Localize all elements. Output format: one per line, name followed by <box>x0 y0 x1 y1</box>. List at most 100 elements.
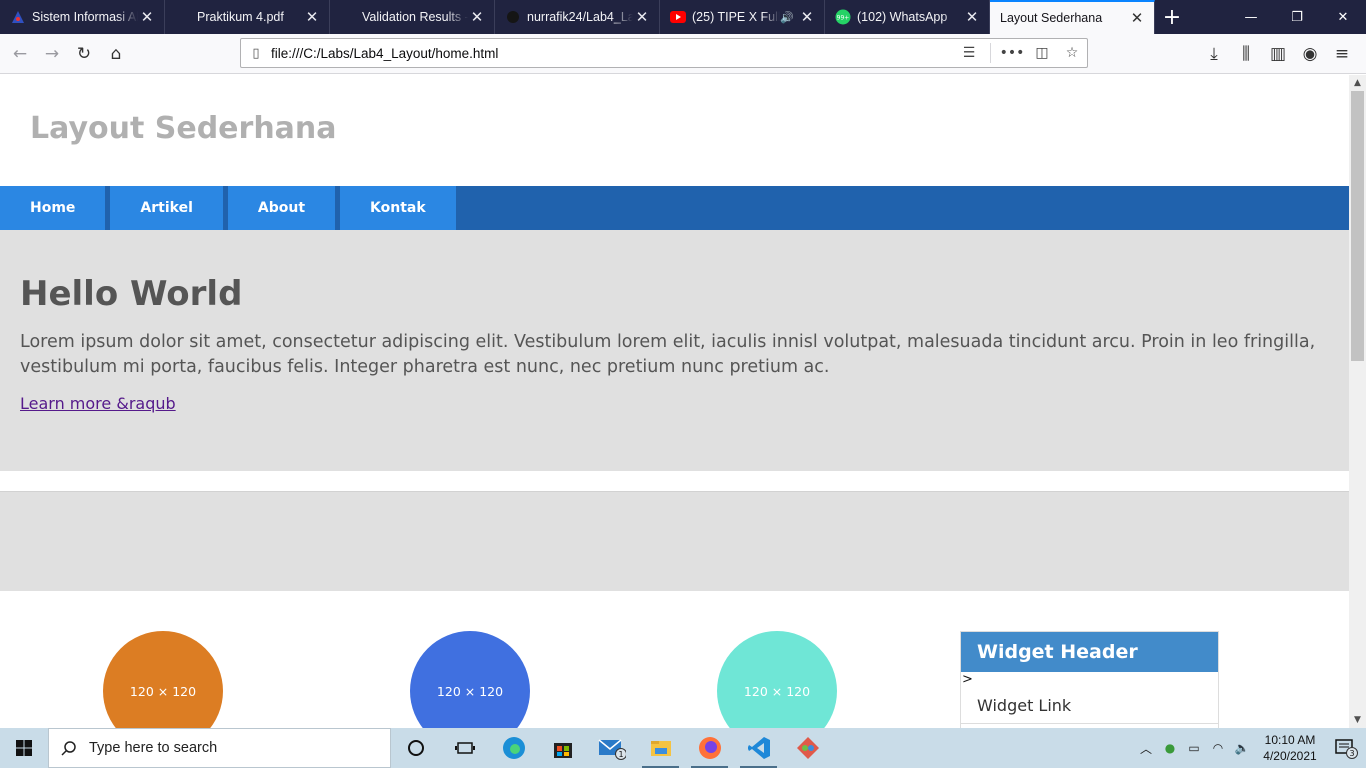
close-tab-icon[interactable]: ✕ <box>468 8 486 26</box>
tab-sistem-informasi[interactable]: Sistem Informasi Ak ✕ <box>0 0 165 34</box>
minimize-icon[interactable]: — <box>1228 0 1274 34</box>
back-icon[interactable]: ← <box>4 38 36 70</box>
page-info-icon[interactable]: ▯ <box>241 46 271 61</box>
vscode-icon[interactable] <box>734 728 783 768</box>
pdf-icon <box>175 9 191 25</box>
whatsapp-badge: 99+ <box>837 15 850 22</box>
pocket-icon[interactable]: ◫ <box>1027 45 1057 61</box>
thumb-image-1: 120 × 120 <box>103 631 223 728</box>
sidebar-icon[interactable]: ▥ <box>1262 38 1294 70</box>
tab-validation-results[interactable]: Validation Results - W3C ✕ <box>330 0 495 34</box>
nav-home[interactable]: Home <box>0 186 106 230</box>
close-tab-icon[interactable]: ✕ <box>303 8 321 26</box>
system-tray: ︿ ● ▭ ◠ 🔈 10:10 AM 4/20/2021 3 <box>1134 728 1366 768</box>
nav-about[interactable]: About <box>227 186 336 230</box>
scroll-down-icon[interactable]: ▼ <box>1349 712 1366 728</box>
tab-title: Validation Results - W3C <box>362 10 468 24</box>
tab-title: (25) TIPE X Full A <box>692 10 781 24</box>
tab-layout-sederhana[interactable]: Layout Sederhana ✕ <box>990 0 1155 34</box>
youtube-icon <box>670 9 686 25</box>
url-input[interactable] <box>271 45 954 61</box>
mail-icon[interactable]: 1 <box>587 728 636 768</box>
store-icon[interactable] <box>538 728 587 768</box>
tab-title: Layout Sederhana <box>1000 11 1103 25</box>
learn-more-link[interactable]: Learn more &raqub <box>20 394 176 413</box>
mail-badge: 1 <box>618 750 623 759</box>
site-title: Layout Sederhana <box>30 111 337 146</box>
page-actions-icon[interactable]: ••• <box>997 45 1027 61</box>
file-explorer-icon[interactable] <box>636 728 685 768</box>
close-window-icon[interactable]: ✕ <box>1320 0 1366 34</box>
sidebar-widget: Widget Header > Widget Link <box>960 631 1219 728</box>
clock-time: 10:10 AM <box>1264 733 1316 747</box>
w3c-icon <box>340 9 356 25</box>
wifi-icon[interactable]: ◠ <box>1206 741 1230 755</box>
forward-icon[interactable]: → <box>36 38 68 70</box>
speaker-icon[interactable]: 🔊 <box>780 11 794 24</box>
scroll-up-icon[interactable]: ▲ <box>1349 75 1366 91</box>
content-band <box>0 491 1349 591</box>
notification-badge: 3 <box>1349 749 1354 758</box>
tab-title: nurrafik24/Lab4_Lay <box>527 10 633 24</box>
bookmark-star-icon[interactable]: ☆ <box>1057 45 1087 61</box>
windows-logo-icon <box>16 740 32 756</box>
page-viewport: Layout Sederhana Home Artikel About Kont… <box>0 75 1349 728</box>
thumb-label: 120 × 120 <box>743 683 811 699</box>
windows-taskbar: 1 ︿ ● ▭ ◠ 🔈 10:10 AM 4/20/2021 3 <box>0 728 1366 768</box>
search-input[interactable] <box>89 740 359 756</box>
library-icon[interactable]: ⫼ <box>1230 38 1262 70</box>
search-icon <box>61 741 76 756</box>
divider <box>990 43 991 63</box>
right-toolbar: ⤓ ⫼ ▥ ◉ ≡ <box>1198 38 1358 70</box>
widget-link[interactable]: Widget Link <box>961 688 1218 724</box>
stray-character: > <box>962 672 973 687</box>
nav-artikel[interactable]: Artikel <box>110 186 223 230</box>
tab-strip: Sistem Informasi Ak ✕ Praktikum 4.pdf ✕ … <box>0 0 1366 34</box>
chevron-up-icon[interactable]: ︿ <box>1134 740 1158 757</box>
reload-icon[interactable]: ↻ <box>68 38 100 70</box>
thumb-label: 120 × 120 <box>436 683 504 699</box>
tab-praktikum-pdf[interactable]: Praktikum 4.pdf ✕ <box>165 0 330 34</box>
task-view-icon[interactable] <box>440 728 489 768</box>
tab-github-repo[interactable]: nurrafik24/Lab4_Lay ✕ <box>495 0 660 34</box>
security-icon[interactable]: ● <box>1158 741 1182 755</box>
tab-title: Sistem Informasi Ak <box>32 10 138 24</box>
tab-whatsapp[interactable]: 99+ (102) WhatsApp ✕ <box>825 0 990 34</box>
thumb-label: 120 × 120 <box>129 683 197 699</box>
site-nav: Home Artikel About Kontak <box>0 186 1349 230</box>
scroll-thumb[interactable] <box>1351 91 1364 361</box>
address-bar[interactable]: ▯ ☰ ••• ◫ ☆ <box>240 38 1088 68</box>
window-controls: — ❐ ✕ <box>1228 0 1366 34</box>
restore-icon[interactable]: ❐ <box>1274 0 1320 34</box>
close-tab-icon[interactable]: ✕ <box>963 8 981 26</box>
hero: Hello World Lorem ipsum dolor sit amet, … <box>0 230 1349 471</box>
widget-header: Widget Header <box>961 632 1218 672</box>
download-icon[interactable]: ⤓ <box>1198 38 1230 70</box>
start-button[interactable] <box>0 728 48 768</box>
home-icon[interactable]: ⌂ <box>100 38 132 70</box>
menu-icon[interactable]: ≡ <box>1326 38 1358 70</box>
thumb-image-3: 120 × 120 <box>717 631 837 728</box>
cortana-icon[interactable] <box>391 728 440 768</box>
git-gui-icon[interactable] <box>783 728 832 768</box>
clock[interactable]: 10:10 AM 4/20/2021 <box>1254 732 1326 764</box>
edge-icon[interactable] <box>489 728 538 768</box>
new-tab-button[interactable]: + <box>1155 0 1189 34</box>
volume-icon[interactable]: 🔈 <box>1230 741 1254 755</box>
battery-icon[interactable]: ▭ <box>1182 741 1206 755</box>
close-tab-icon[interactable]: ✕ <box>1128 9 1146 27</box>
account-icon[interactable]: ◉ <box>1294 38 1326 70</box>
close-tab-icon[interactable]: ✕ <box>633 8 651 26</box>
tab-youtube[interactable]: (25) TIPE X Full A 🔊 ✕ <box>660 0 825 34</box>
notification-center-icon[interactable]: 3 <box>1326 728 1366 768</box>
reader-view-icon[interactable]: ☰ <box>954 45 984 61</box>
nav-kontak[interactable]: Kontak <box>340 186 456 230</box>
nav-toolbar: ← → ↻ ⌂ ▯ ☰ ••• ◫ ☆ ⤓ ⫼ ▥ ◉ ≡ <box>0 34 1366 74</box>
hero-heading: Hello World <box>20 274 243 314</box>
page-scrollbar[interactable]: ▲ ▼ <box>1349 75 1366 728</box>
firefox-icon[interactable] <box>685 728 734 768</box>
tab-title: (102) WhatsApp <box>857 10 948 24</box>
close-tab-icon[interactable]: ✕ <box>138 8 156 26</box>
taskbar-search[interactable] <box>48 728 391 768</box>
close-tab-icon[interactable]: ✕ <box>798 8 816 26</box>
